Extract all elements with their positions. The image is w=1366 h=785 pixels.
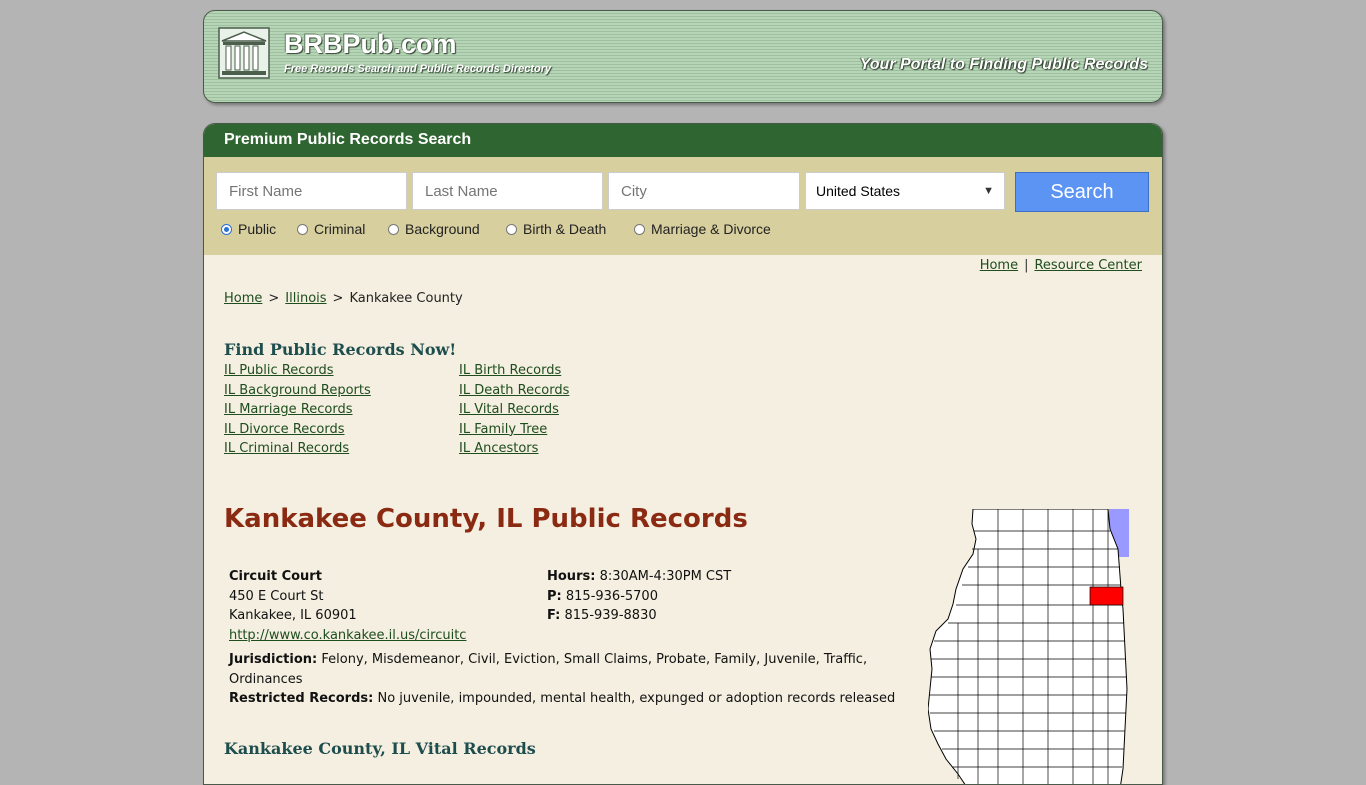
last-name-input[interactable] [412, 172, 603, 210]
jurisdiction-value: Felony, Misdemeanor, Civil, Eviction, Sm… [229, 652, 868, 687]
court-contact-block: Hours: 8:30AM-4:30PM CST P: 815-936-5700… [547, 567, 731, 626]
phone-label: P: [547, 588, 562, 604]
link-il-vital-records[interactable]: IL Vital Records [459, 402, 559, 417]
list-item: IL Criminal Records [224, 441, 371, 461]
radio-marriage-divorce[interactable]: Marriage & Divorce [634, 221, 771, 237]
site-tagline: Free Records Search and Public Records D… [284, 63, 552, 75]
records-links-right: IL Birth Records IL Death Records IL Vit… [459, 363, 569, 461]
list-item: IL Public Records [224, 363, 371, 383]
list-item: IL Ancestors [459, 441, 569, 461]
hours-value: 8:30AM-4:30PM CST [599, 569, 732, 584]
jurisdiction-label: Jurisdiction: [229, 652, 318, 667]
fax-label: F: [547, 608, 561, 624]
link-il-divorce-records[interactable]: IL Divorce Records [224, 422, 345, 437]
court-details: Jurisdiction: Felony, Misdemeanor, Civil… [229, 650, 909, 709]
radio-label: Birth & Death [523, 221, 607, 237]
country-select[interactable]: United States ▼ [805, 172, 1005, 210]
portal-tagline: Your Portal to Finding Public Records [859, 56, 1148, 73]
list-item: IL Background Reports [224, 383, 371, 403]
page-title: Kankakee County, IL Public Records [224, 504, 748, 534]
kankakee-county-highlight[interactable] [1089, 586, 1124, 606]
court-jurisdiction: Jurisdiction: Felony, Misdemeanor, Civil… [229, 650, 909, 689]
link-il-background-reports[interactable]: IL Background Reports [224, 383, 371, 398]
chevron-down-icon: ▼ [983, 185, 994, 197]
breadcrumb-separator: > [332, 291, 344, 306]
court-phone: P: 815-936-5700 [547, 587, 731, 607]
radio-label: Background [405, 221, 480, 237]
list-item: IL Vital Records [459, 402, 569, 422]
court-website-link[interactable]: http://www.co.kankakee.il.us/circuitc [229, 628, 466, 643]
radio-dot-icon[interactable] [634, 223, 645, 235]
site-name[interactable]: BRBPub.com [284, 29, 457, 60]
breadcrumb-home[interactable]: Home [224, 291, 262, 306]
list-item: IL Death Records [459, 383, 569, 403]
radio-dot-icon[interactable] [506, 223, 517, 235]
find-records-heading: Find Public Records Now! [224, 340, 457, 359]
record-type-radio-group: Public Criminal Background Birth & Death… [204, 221, 1162, 241]
radio-dot-icon[interactable] [388, 223, 399, 235]
city-input[interactable] [608, 172, 800, 210]
link-il-ancestors[interactable]: IL Ancestors [459, 441, 538, 456]
hours-label: Hours: [547, 569, 596, 584]
link-il-family-tree[interactable]: IL Family Tree [459, 422, 547, 437]
records-links-left: IL Public Records IL Background Reports … [224, 363, 371, 461]
court-hours: Hours: 8:30AM-4:30PM CST [547, 567, 731, 587]
radio-criminal[interactable]: Criminal [297, 221, 365, 237]
court-address-block: Circuit Court 450 E Court St Kankakee, I… [229, 567, 466, 645]
country-select-value: United States [816, 183, 901, 199]
courthouse-logo-icon[interactable] [218, 27, 270, 79]
radio-birth-death[interactable]: Birth & Death [506, 221, 606, 237]
court-name: Circuit Court [229, 569, 322, 584]
radio-public[interactable]: Public [221, 221, 276, 237]
top-link-resource-center[interactable]: Resource Center [1034, 258, 1142, 273]
radio-dot-icon[interactable] [297, 223, 308, 235]
search-button[interactable]: Search [1015, 172, 1149, 212]
link-il-birth-records[interactable]: IL Birth Records [459, 363, 561, 378]
link-il-public-records[interactable]: IL Public Records [224, 363, 334, 378]
breadcrumb-current: Kankakee County [349, 291, 463, 306]
radio-label: Public [238, 221, 277, 237]
radio-label: Marriage & Divorce [651, 221, 771, 237]
first-name-input[interactable] [216, 172, 407, 210]
fax-value: 815-939-8830 [564, 608, 657, 624]
restricted-value: No juvenile, impounded, mental health, e… [377, 691, 896, 707]
list-item: IL Family Tree [459, 422, 569, 442]
restricted-label: Restricted Records: [229, 691, 374, 707]
court-address-line2: Kankakee, IL 60901 [229, 608, 357, 624]
breadcrumb-separator: > [268, 291, 280, 306]
radio-dot-icon[interactable] [221, 223, 232, 235]
search-title: Premium Public Records Search [224, 131, 472, 148]
content-frame: Premium Public Records Search United Sta… [203, 123, 1163, 785]
radio-background[interactable]: Background [388, 221, 480, 237]
list-item: IL Birth Records [459, 363, 569, 383]
link-il-marriage-records[interactable]: IL Marriage Records [224, 402, 353, 417]
search-panel: United States ▼ Search Public Criminal B… [204, 157, 1162, 255]
link-il-criminal-records[interactable]: IL Criminal Records [224, 441, 349, 456]
link-separator: | [1024, 258, 1029, 273]
vital-records-heading: Kankakee County, IL Vital Records [224, 739, 536, 758]
court-restricted-records: Restricted Records: No juvenile, impound… [229, 689, 909, 709]
phone-value: 815-936-5700 [565, 588, 658, 604]
top-link-home[interactable]: Home [980, 258, 1018, 273]
court-address-line1: 450 E Court St [229, 588, 324, 604]
illinois-county-map[interactable] [928, 509, 1133, 785]
list-item: IL Divorce Records [224, 422, 371, 442]
search-title-bar: Premium Public Records Search [204, 124, 1162, 157]
site-header-banner: BRBPub.com Free Records Search and Publi… [203, 10, 1163, 103]
top-nav-links: Home | Resource Center [980, 258, 1142, 273]
breadcrumb-state[interactable]: Illinois [285, 291, 326, 306]
link-il-death-records[interactable]: IL Death Records [459, 383, 569, 398]
radio-label: Criminal [314, 221, 366, 237]
list-item: IL Marriage Records [224, 402, 371, 422]
court-fax: F: 815-939-8830 [547, 606, 731, 626]
breadcrumb: Home > Illinois > Kankakee County [224, 291, 463, 306]
